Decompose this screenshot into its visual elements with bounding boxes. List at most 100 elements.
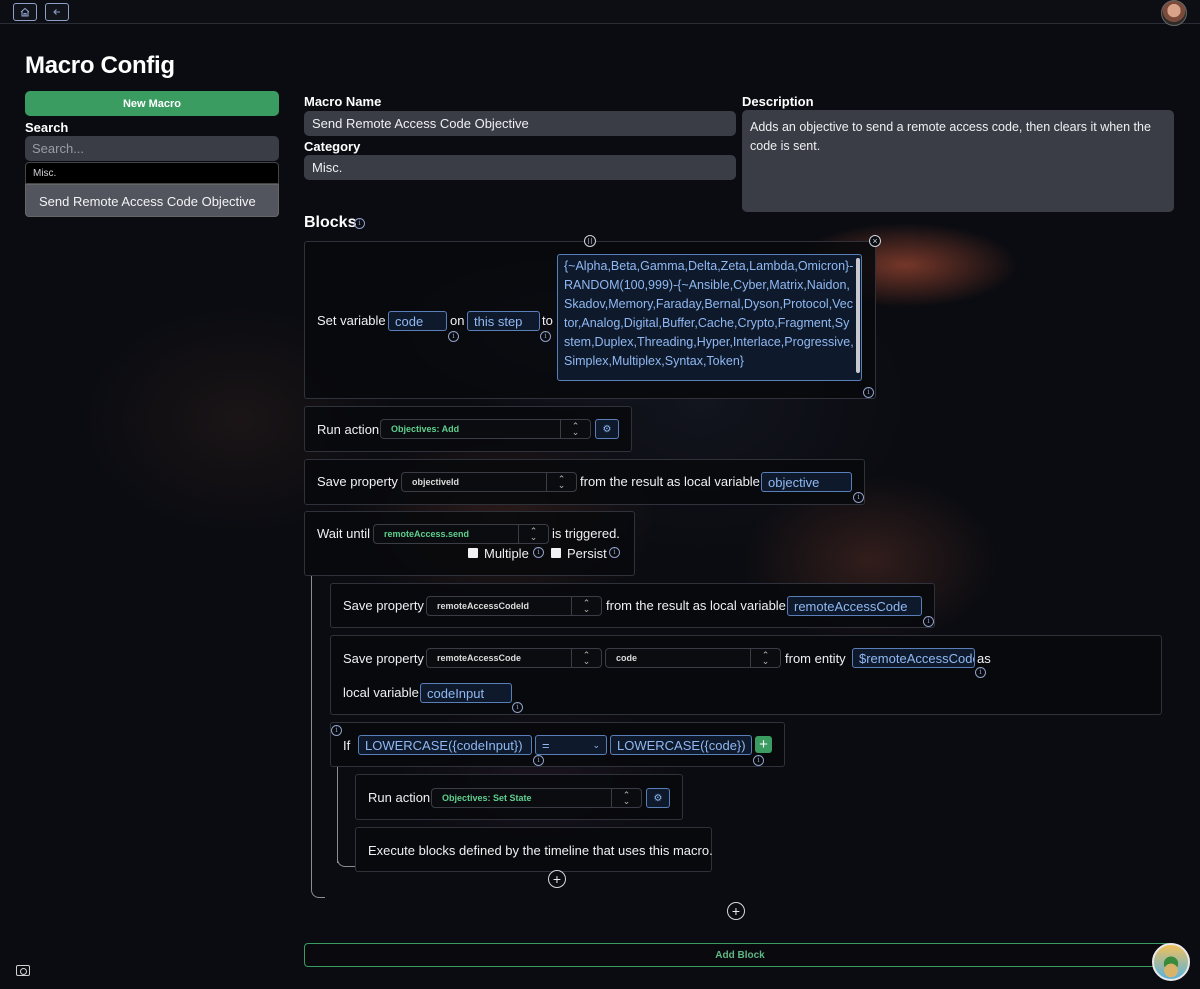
plus-icon: + [552,871,562,887]
chevron-updown-icon: ⌃ ⌄ [611,789,641,807]
entity-input[interactable]: $remoteAccessCode [852,648,975,668]
save-property-label: Save property [343,651,424,666]
drag-handle-icon[interactable] [584,235,596,247]
on-text: on [450,313,465,328]
add-block-inline-button[interactable]: + [727,902,745,920]
add-block-button[interactable]: Add Block [304,943,1176,967]
variable-value-textarea[interactable]: {~Alpha,Beta,Gamma,Delta,Zeta,Lambda,Omi… [557,254,862,381]
nest-bracket-end [337,853,355,867]
persist-checkbox[interactable] [551,548,561,558]
action-select-value: Objectives: Add [391,424,460,434]
save-property-suffix: from the result as local variable [580,474,760,489]
app-logo[interactable] [1152,943,1190,981]
run-action-label: Run action [368,790,431,805]
info-icon[interactable]: i [609,547,620,558]
persist-label: Persist [567,546,607,561]
if-label: If [343,738,351,753]
home-icon [20,7,30,17]
description-label: Description [742,94,814,109]
chevron-updown-icon: ⌃ ⌄ [560,420,590,438]
action-select[interactable]: Objectives: Add ⌃ ⌄ [380,419,591,439]
operator-select[interactable]: = ⌄ [535,735,607,755]
add-condition-button[interactable]: + [755,736,772,753]
close-icon[interactable]: × [869,235,881,247]
info-icon[interactable]: i [354,218,365,229]
property-select-value: objectiveId [412,477,460,487]
gear-icon[interactable]: ⚙ [646,788,670,808]
macro-list-item[interactable]: Send Remote Access Code Objective [25,184,279,217]
blocks-heading: Blocks [304,214,357,231]
back-button[interactable] [45,3,69,21]
page-title: Macro Config [25,52,175,79]
save-entity-property-block [330,635,1162,715]
chevron-updown-icon: ⌃ ⌄ [546,473,576,491]
info-icon[interactable]: i [753,755,764,766]
search-input[interactable] [25,136,279,161]
info-icon[interactable]: i [512,702,523,713]
property-select[interactable]: remoteAccessCodeId ⌃ ⌄ [426,596,602,616]
plus-icon: + [731,903,741,919]
multiple-label: Multiple [484,546,529,561]
info-icon[interactable]: i [448,331,459,342]
info-icon[interactable]: i [923,616,934,627]
info-icon[interactable]: i [853,492,864,503]
chevron-updown-icon: ⌃ ⌄ [571,597,601,615]
info-icon[interactable]: i [533,547,544,558]
info-icon[interactable]: i [540,331,551,342]
execute-timeline-text: Execute blocks defined by the timeline t… [368,843,713,858]
property-select[interactable]: objectiveId ⌃ ⌄ [401,472,577,492]
macro-group-header: Misc. [25,162,279,184]
save-property-label: Save property [317,474,398,489]
avatar[interactable] [1161,0,1187,26]
chevron-updown-icon: ⌃ ⌄ [571,649,601,667]
category-field[interactable]: Misc. [304,155,736,180]
home-button[interactable] [13,3,37,21]
save-property-label: Save property [343,598,424,613]
from-entity-text: from entity [785,651,846,666]
description-field[interactable]: Adds an objective to send a remote acces… [742,110,1174,212]
multiple-checkbox[interactable] [468,548,478,558]
macro-name-field[interactable]: Send Remote Access Code Objective [304,111,736,136]
local-variable-label: local variable [343,685,419,700]
set-variable-label: Set variable [317,313,386,328]
macro-name-label: Macro Name [304,94,382,109]
back-arrow-icon [53,9,60,15]
action-select[interactable]: Objectives: Set State ⌃ ⌄ [431,788,642,808]
as-text: as [977,651,991,666]
add-nested-block-button[interactable]: + [548,870,566,888]
gear-icon[interactable]: ⚙ [595,419,619,439]
camera-icon[interactable] [16,965,30,976]
trigger-select[interactable]: remoteAccess.send ⌃ ⌄ [373,524,549,544]
info-icon[interactable]: i [863,387,874,398]
operator-select-value: = [542,737,550,753]
trigger-select-value: remoteAccess.send [384,529,470,539]
field-select-value: code [616,653,638,663]
field-select[interactable]: code ⌃ ⌄ [605,648,781,668]
if-right-input[interactable]: LOWERCASE({code}) [610,735,752,755]
property-select[interactable]: remoteAccessCode ⌃ ⌄ [426,648,602,668]
textarea-scrollbar[interactable] [856,258,860,373]
local-variable-input[interactable]: remoteAccessCode [787,596,922,616]
to-text: to [542,313,553,328]
nest-bracket [337,767,338,863]
run-action-label: Run action [317,422,380,437]
local-variable-input[interactable]: codeInput [420,683,512,703]
category-label: Category [304,139,361,154]
info-icon[interactable]: i [331,725,342,736]
plus-icon: + [759,736,768,753]
scope-input[interactable]: this step [467,311,540,331]
local-variable-input[interactable]: objective [761,472,852,492]
info-icon[interactable]: i [533,755,544,766]
save-property-suffix: from the result as local variable [606,598,786,613]
nest-bracket-end [311,880,325,898]
top-bar [0,0,1200,24]
chevron-updown-icon: ⌃ ⌄ [518,525,548,543]
info-icon[interactable]: i [975,667,986,678]
chevron-down-icon: ⌄ [592,739,600,750]
nest-bracket [311,576,312,889]
new-macro-button[interactable]: New Macro [25,91,279,116]
variable-name-input[interactable]: code [388,311,447,331]
if-left-input[interactable]: LOWERCASE({codeInput}) [358,735,532,755]
wait-until-label: Wait until [317,526,370,541]
action-select-value: Objectives: Set State [442,793,532,803]
